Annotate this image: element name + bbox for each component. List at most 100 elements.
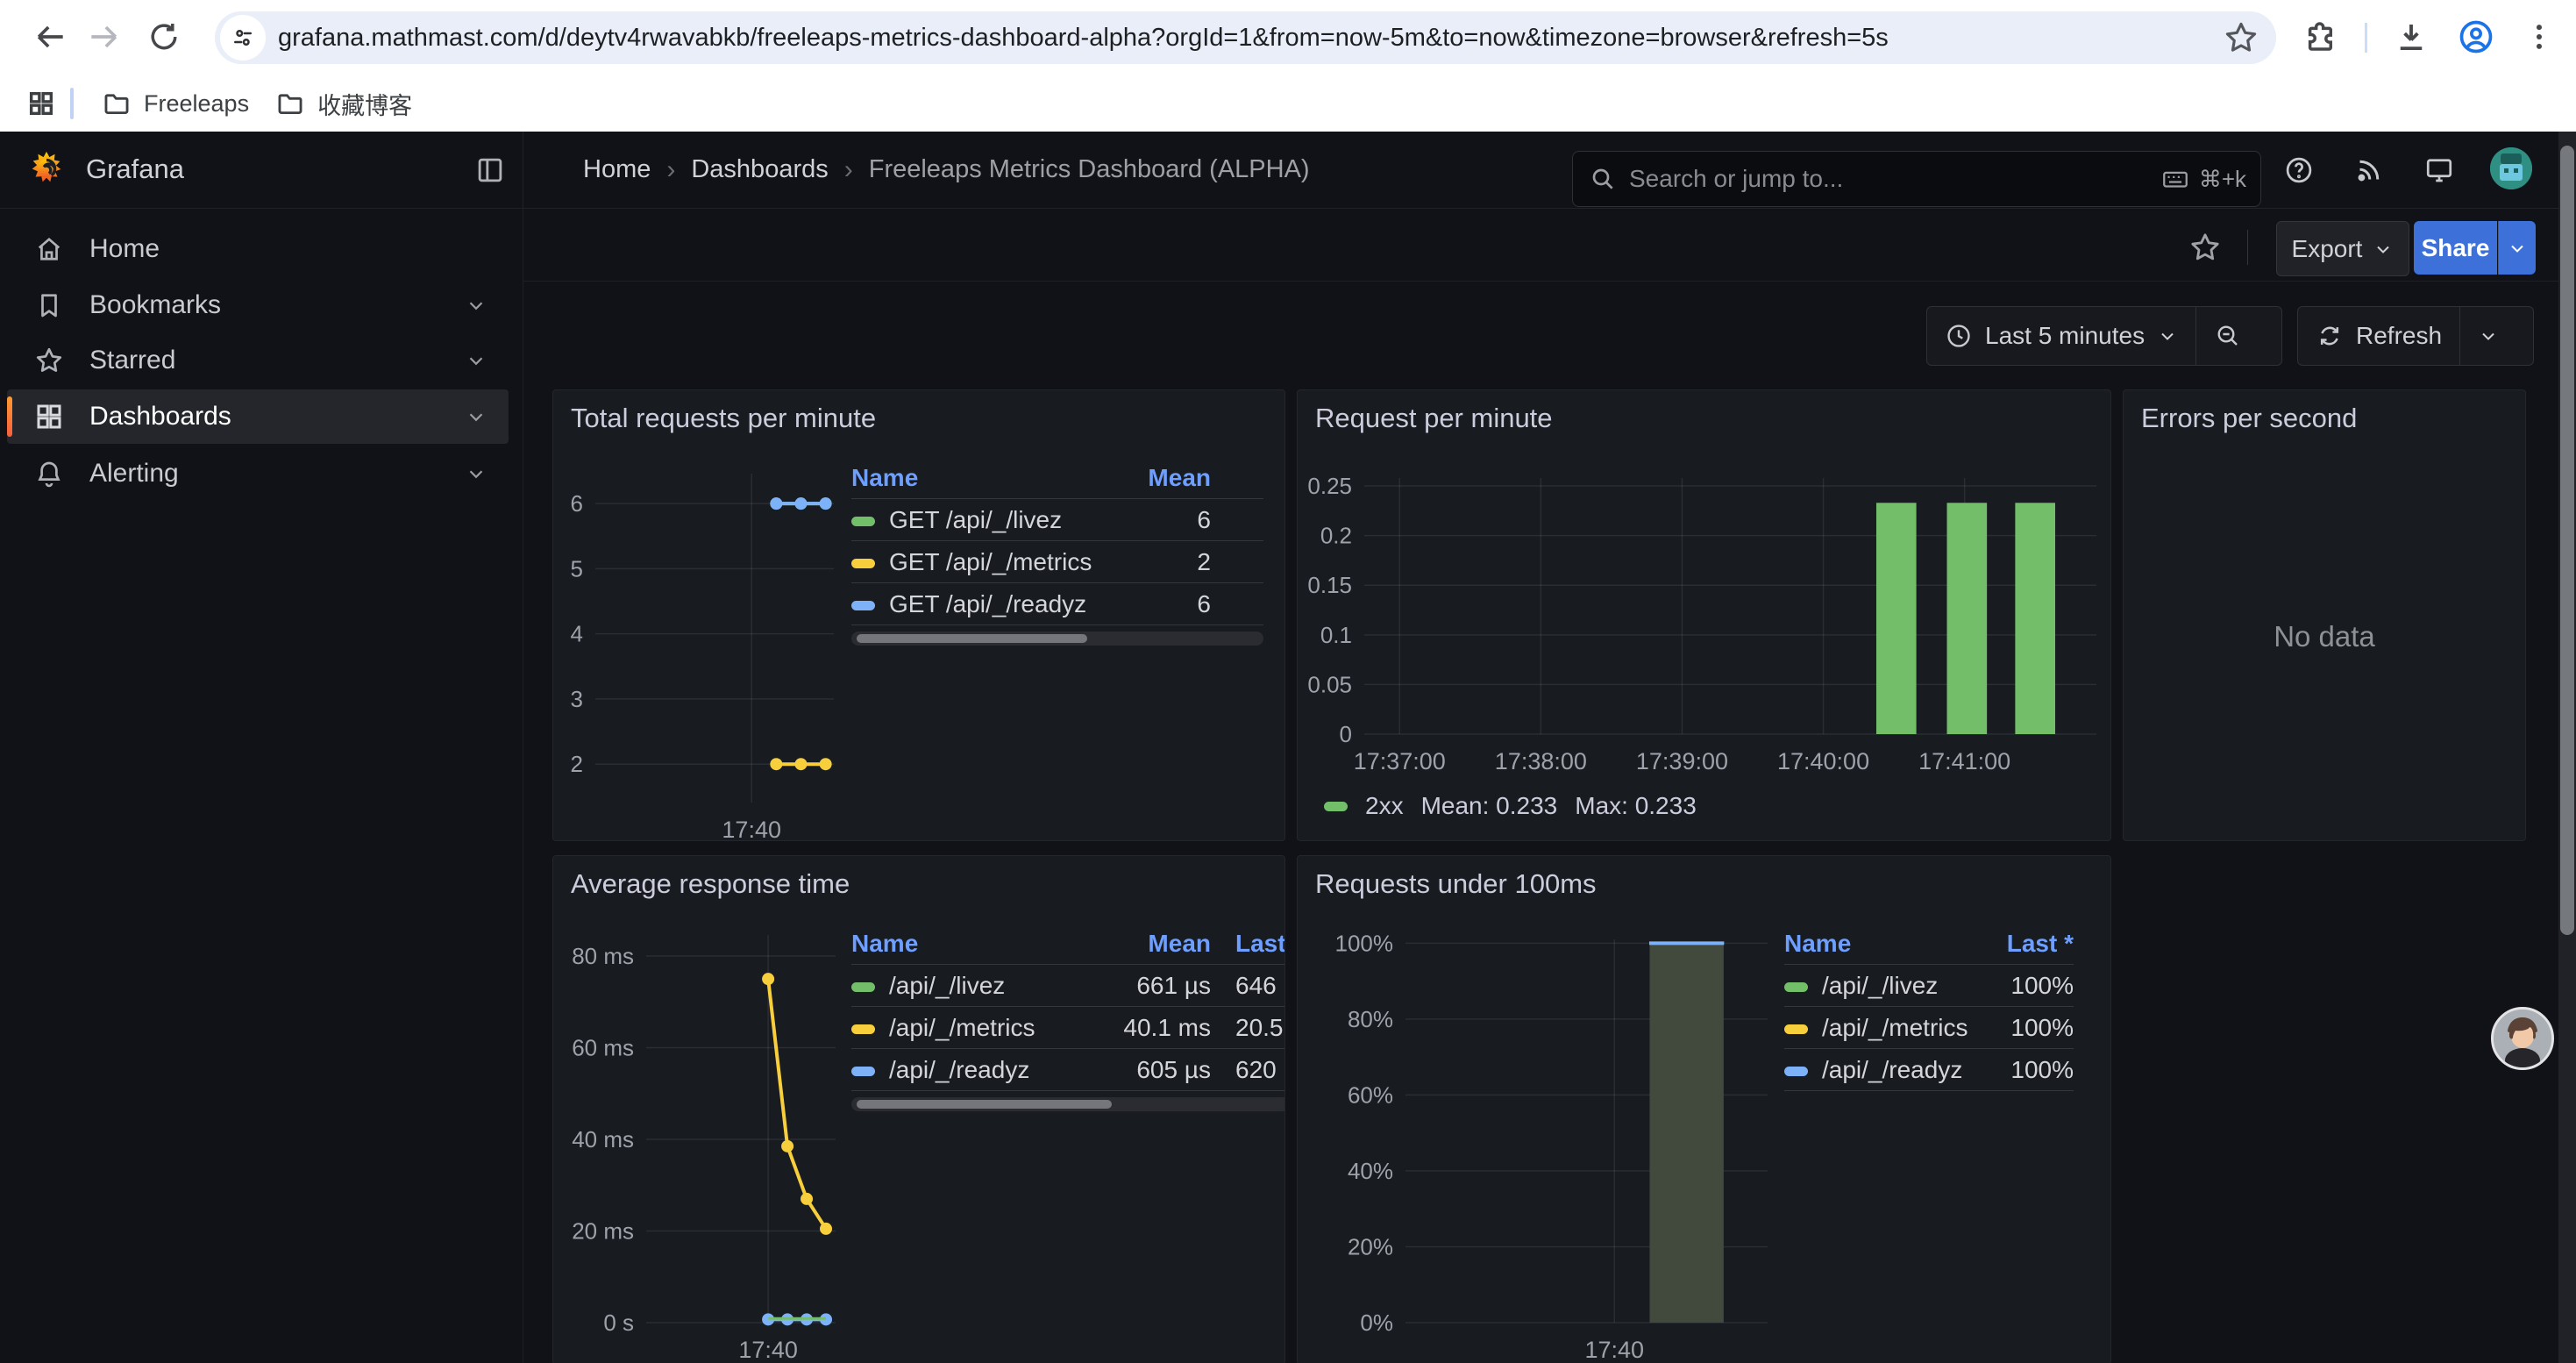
svg-text:17:40: 17:40 (738, 1337, 798, 1363)
column-header[interactable]: Mean (1114, 464, 1211, 492)
legend-stat: Max: 0.233 (1575, 792, 1697, 820)
news-rss-icon[interactable] (2353, 154, 2385, 186)
panel-total-requests-per-minute: Total requests per minute 6543217:40Name… (552, 389, 1285, 841)
forward-icon[interactable] (83, 16, 125, 58)
sidebar-item-alerting[interactable]: Alerting (7, 446, 509, 501)
svg-text:2: 2 (571, 751, 583, 777)
cell: /api/_/metrics (1784, 1014, 1982, 1042)
bookmark-folder-blogs[interactable]: 收藏博客 (270, 87, 433, 121)
legend-table-row[interactable]: /api/_/metrics40.1 ms20.5 ms (851, 1007, 1285, 1049)
series-color-pill (851, 517, 875, 526)
time-range-picker[interactable]: Last 5 minutes (1927, 307, 2195, 365)
search-input[interactable]: Search or jump to... ⌘+k (1572, 151, 2261, 207)
panel-title[interactable]: Errors per second (2141, 403, 2357, 434)
breadcrumb-separator: › (666, 155, 675, 185)
svg-text:0%: 0% (1360, 1309, 1393, 1336)
column-header[interactable]: Last * (1982, 930, 2074, 958)
column-header[interactable]: Name (851, 930, 1088, 958)
series-color-pill (1784, 982, 1808, 992)
chevron-down-icon (2478, 325, 2499, 346)
svg-text:17:40: 17:40 (1584, 1337, 1644, 1363)
refresh-button[interactable]: Refresh (2298, 307, 2459, 365)
site-settings-icon[interactable] (220, 15, 266, 61)
export-label: Export (2292, 235, 2363, 263)
panel-requests-under-100ms: Requests under 100ms 100%80%60%40%20%0%1… (1297, 855, 2111, 1363)
sidebar-item-dashboards[interactable]: Dashboards (7, 389, 509, 444)
url-bar[interactable]: grafana.mathmast.com/d/deytv4rwavabkb/fr… (215, 11, 2276, 64)
breadcrumb-current: Freeleaps Metrics Dashboard (ALPHA) (869, 155, 1310, 184)
column-header[interactable]: Last (1211, 930, 1285, 958)
share-menu-button[interactable] (2498, 221, 2536, 275)
legend-table-row[interactable]: GET /api/_/readyz6 (851, 583, 1263, 625)
favorite-star-icon[interactable] (2188, 230, 2223, 265)
chevron-down-icon[interactable] (465, 405, 487, 428)
browser-menu-icon[interactable] (2518, 16, 2560, 58)
legend-scrollbar-thumb[interactable] (857, 634, 1087, 643)
sidebar-toggle-icon[interactable] (473, 153, 507, 187)
page-scrollbar[interactable] (2558, 132, 2576, 1363)
legend-table-row[interactable]: GET /api/_/metrics2 (851, 541, 1263, 583)
export-button[interactable]: Export (2276, 221, 2409, 276)
legend-table-row[interactable]: /api/_/readyz605 µs620 µs (851, 1049, 1285, 1091)
bookmark-star-icon[interactable] (2222, 18, 2260, 57)
panel-title[interactable]: Total requests per minute (571, 403, 876, 434)
legend-table-row[interactable]: /api/_/livez661 µs646 µs (851, 965, 1285, 1007)
legend-series-name[interactable]: 2xx (1365, 792, 1404, 820)
chevron-down-icon (2507, 238, 2528, 259)
cell: 620 µs (1211, 1056, 1285, 1084)
bookmark-folder-freeleaps[interactable]: Freeleaps (96, 89, 270, 118)
legend-table-header[interactable]: NameLast * (1784, 923, 2074, 965)
scrollbar-thumb[interactable] (2560, 146, 2574, 935)
legend-scrollbar[interactable] (851, 1097, 1285, 1111)
panel-title[interactable]: Request per minute (1315, 403, 1553, 434)
url-text[interactable]: grafana.mathmast.com/d/deytv4rwavabkb/fr… (278, 24, 2222, 53)
panel-title[interactable]: Average response time (571, 868, 850, 900)
cell: GET /api/_/metrics (851, 548, 1114, 576)
download-icon[interactable] (2390, 16, 2432, 58)
profile-icon[interactable] (2455, 16, 2497, 58)
clock-icon (1945, 322, 1973, 350)
breadcrumb-home[interactable]: Home (583, 155, 651, 184)
extensions-icon[interactable] (2299, 16, 2341, 58)
column-header[interactable]: Name (1784, 930, 1982, 958)
legend-table-header[interactable]: NameMean (851, 457, 1263, 499)
sidebar-item-starred[interactable]: Starred (7, 333, 509, 388)
column-header[interactable]: Name (851, 464, 1114, 492)
legend-table-header[interactable]: NameMeanLast (851, 923, 1285, 965)
back-icon[interactable] (29, 16, 71, 58)
legend-table-row[interactable]: GET /api/_/livez6 (851, 499, 1263, 541)
chevron-down-icon[interactable] (465, 294, 487, 317)
series-color-pill (1784, 1024, 1808, 1034)
grafana-header: Grafana Home › Dashboards › Freeleaps Me… (0, 132, 2576, 209)
sidebar-item-bookmarks[interactable]: Bookmarks (7, 278, 509, 332)
legend-scrollbar[interactable] (851, 632, 1263, 646)
legend-table-row[interactable]: /api/_/readyz100% (1784, 1049, 2074, 1091)
legend-table-row[interactable]: /api/_/metrics100% (1784, 1007, 2074, 1049)
column-header[interactable]: Mean (1088, 930, 1211, 958)
grafana-brand[interactable]: Grafana (26, 149, 184, 189)
share-button[interactable]: Share (2414, 221, 2497, 275)
panel-title[interactable]: Requests under 100ms (1315, 868, 1597, 900)
user-avatar[interactable] (2490, 147, 2532, 189)
apps-grid-icon[interactable] (26, 89, 56, 118)
reload-icon[interactable] (143, 16, 185, 58)
chart-canvas[interactable]: 0.250.20.150.10.05017:37:0017:38:0017:39… (1298, 390, 2110, 840)
sidebar-item-home[interactable]: Home (7, 222, 509, 276)
legend-table-row[interactable]: /api/_/livez100% (1784, 965, 2074, 1007)
svg-text:0.15: 0.15 (1307, 572, 1352, 598)
legend-scrollbar-thumb[interactable] (857, 1100, 1112, 1109)
assistant-avatar[interactable] (2491, 1007, 2554, 1070)
svg-text:80 ms: 80 ms (572, 943, 634, 969)
help-icon[interactable] (2283, 154, 2315, 186)
chevron-down-icon[interactable] (465, 462, 487, 485)
legend-table: NameMeanGET /api/_/livez6GET /api/_/metr… (851, 457, 1263, 646)
monitor-icon[interactable] (2423, 154, 2455, 186)
svg-text:0.2: 0.2 (1320, 523, 1352, 549)
zoom-out-icon (2214, 322, 2242, 350)
chevron-down-icon[interactable] (465, 349, 487, 372)
svg-text:20 ms: 20 ms (572, 1218, 634, 1245)
zoom-out-button[interactable] (2195, 307, 2259, 365)
breadcrumb-dashboards[interactable]: Dashboards (691, 155, 828, 184)
refresh-interval-button[interactable] (2459, 307, 2516, 365)
svg-text:40%: 40% (1348, 1158, 1393, 1184)
